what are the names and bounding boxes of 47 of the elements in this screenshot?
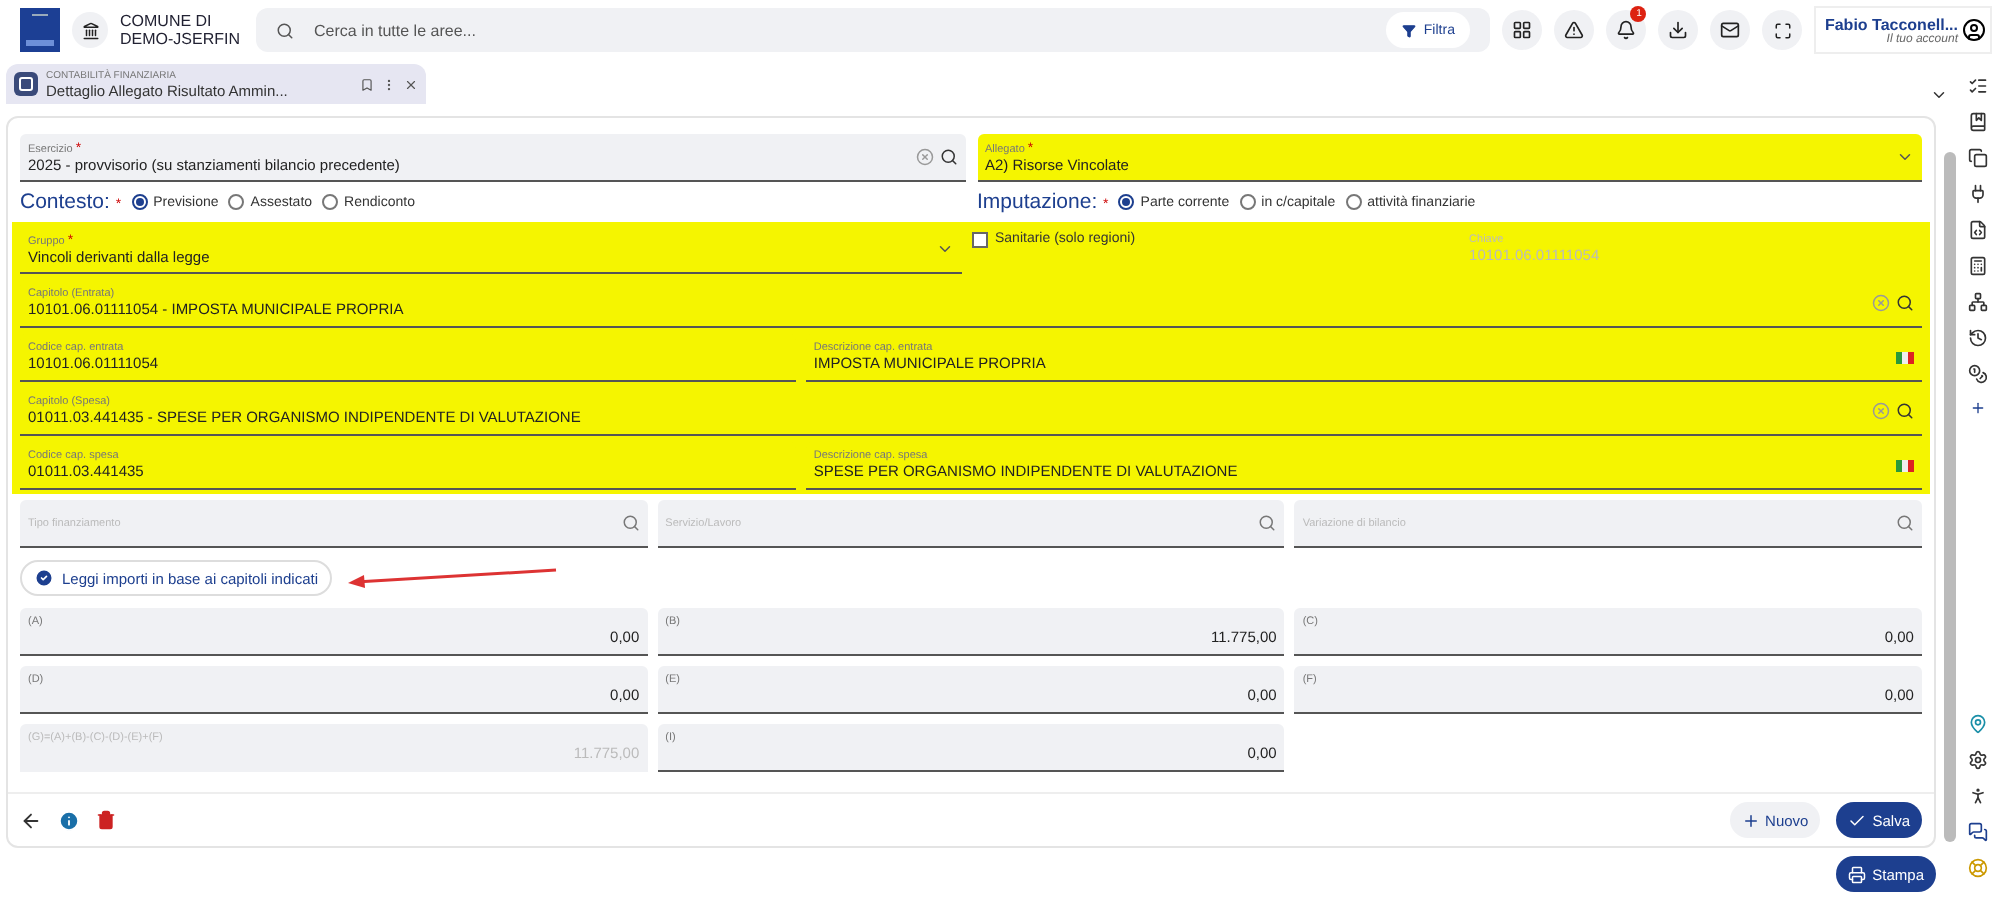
coins-icon[interactable] bbox=[1968, 364, 1988, 384]
user-icon bbox=[1962, 18, 1986, 42]
settings-icon[interactable] bbox=[1968, 750, 1988, 770]
bookmark-icon[interactable] bbox=[360, 77, 374, 91]
bell-icon bbox=[1616, 20, 1637, 40]
search-icon bbox=[276, 21, 294, 39]
calculator-icon[interactable] bbox=[1968, 256, 1988, 276]
plug-icon[interactable] bbox=[1968, 184, 1988, 204]
warning-icon[interactable] bbox=[1554, 10, 1595, 50]
history-icon[interactable] bbox=[1968, 328, 1988, 348]
plus-icon[interactable] bbox=[1970, 400, 1986, 416]
flag-icon bbox=[1896, 351, 1914, 363]
printer-icon bbox=[1848, 865, 1867, 883]
chevron-down-icon[interactable] bbox=[1896, 148, 1914, 166]
organization-name: COMUNE DI DEMO-JSERFIN bbox=[120, 12, 242, 48]
info-icon[interactable] bbox=[58, 809, 80, 831]
download-icon[interactable] bbox=[1658, 10, 1699, 50]
more-icon[interactable] bbox=[382, 77, 396, 91]
code-file-icon[interactable] bbox=[1968, 220, 1988, 240]
accessibility-icon[interactable] bbox=[1968, 786, 1988, 806]
back-button[interactable] bbox=[20, 809, 42, 831]
map-pin-icon[interactable] bbox=[1968, 714, 1988, 734]
fullscreen-icon[interactable] bbox=[1762, 10, 1803, 50]
check-icon bbox=[1848, 811, 1867, 829]
chevron-down-icon[interactable] bbox=[935, 240, 953, 258]
flag-icon bbox=[1896, 459, 1914, 471]
mail-icon[interactable] bbox=[1710, 10, 1751, 50]
book-icon[interactable] bbox=[1968, 112, 1988, 132]
chat-icon[interactable] bbox=[1968, 822, 1988, 842]
chevron-down-icon[interactable] bbox=[1930, 86, 1948, 104]
delete-icon[interactable] bbox=[96, 810, 116, 830]
filter-icon bbox=[1401, 23, 1416, 37]
module-icon bbox=[14, 72, 38, 96]
plus-icon bbox=[1741, 811, 1760, 829]
help-icon[interactable] bbox=[1968, 858, 1988, 878]
close-icon[interactable] bbox=[404, 77, 418, 91]
search-icon[interactable] bbox=[1896, 294, 1914, 312]
scrollbar[interactable] bbox=[1944, 152, 1956, 842]
copy-icon[interactable] bbox=[1968, 148, 1988, 168]
checklist-icon[interactable] bbox=[1968, 76, 1988, 96]
dashboard-icon[interactable] bbox=[1502, 10, 1543, 50]
check-icon bbox=[34, 568, 54, 588]
search-icon[interactable] bbox=[939, 148, 957, 166]
landmark-icon bbox=[72, 12, 108, 48]
network-icon[interactable] bbox=[1968, 292, 1988, 312]
logo[interactable] bbox=[20, 8, 60, 52]
search-icon[interactable] bbox=[1896, 402, 1914, 420]
